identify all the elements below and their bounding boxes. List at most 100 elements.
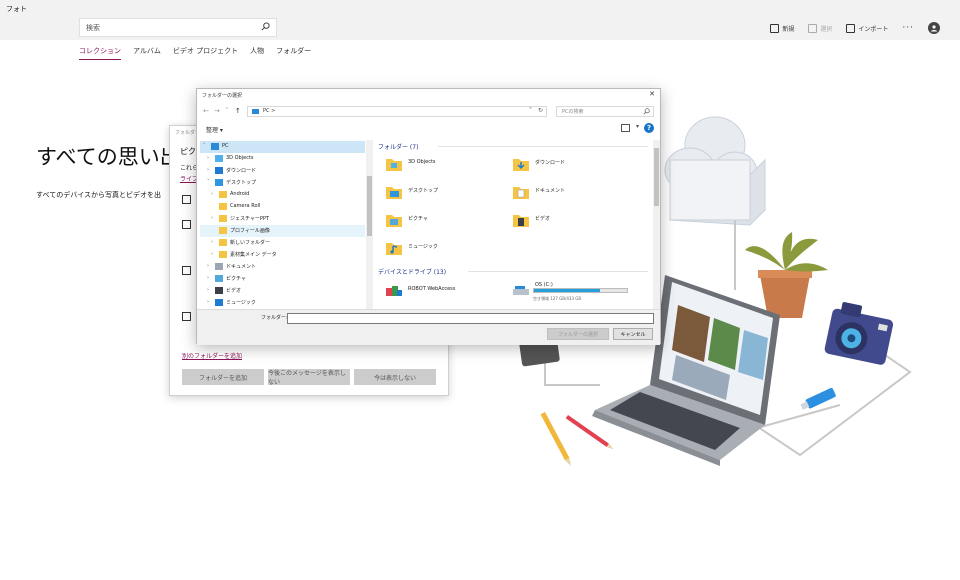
more-options-button[interactable]: ···	[902, 23, 914, 33]
navigation-scrollbar[interactable]	[366, 140, 373, 309]
nav-item-new-folder[interactable]: › 新しいフォルダー	[200, 237, 365, 249]
view-options-icon[interactable]	[621, 124, 630, 132]
expand-icon[interactable]: ›	[211, 191, 213, 197]
expand-icon[interactable]: ›	[207, 299, 209, 305]
address-bar[interactable]: PC > ˅ ↻	[247, 106, 547, 117]
scrollbar-thumb[interactable]	[367, 176, 372, 236]
content-scrollbar[interactable]	[653, 140, 660, 309]
address-dropdown-icon[interactable]: ˅	[529, 107, 532, 114]
nav-item-camera-roll[interactable]: Camera Roll	[200, 201, 365, 213]
nav-item-videos[interactable]: › ビデオ	[200, 285, 365, 297]
nav-item-label: ミュージック	[226, 300, 256, 306]
add-folder-dialog-heading: ピク	[180, 147, 196, 156]
drive-label: ROBOT WebAccess	[408, 286, 456, 292]
nav-item-downloads[interactable]: › ダウンロード	[200, 165, 365, 177]
folder-music[interactable]: ミュージック	[386, 239, 511, 259]
nav-item-label: Android	[230, 191, 250, 197]
collapse-icon[interactable]: ˅	[207, 179, 210, 185]
new-button[interactable]: 新規	[770, 23, 795, 33]
expand-icon[interactable]: ›	[207, 167, 209, 173]
scrollbar-thumb[interactable]	[654, 148, 659, 206]
search-input[interactable]: 検索	[79, 18, 277, 37]
folder-checkbox[interactable]	[182, 312, 191, 321]
folder-label: ダウンロード	[535, 160, 566, 166]
recent-chevron-icon[interactable]: ˅	[225, 107, 229, 115]
expand-icon[interactable]: ›	[211, 251, 213, 257]
folder-3d-objects[interactable]: 3D Objects	[386, 155, 511, 175]
folder-label: ミュージック	[408, 244, 438, 250]
select-button[interactable]: 選択	[808, 23, 832, 33]
add-folder-button[interactable]: フォルダーを追加	[182, 369, 264, 385]
group-divider	[438, 146, 648, 147]
expand-icon[interactable]: ›	[211, 215, 213, 221]
organize-button[interactable]: 整理 ▾	[206, 125, 223, 134]
folder-icon	[513, 187, 529, 199]
tab-people[interactable]: 人物	[250, 46, 264, 60]
folder-documents[interactable]: ドキュメント	[513, 183, 638, 203]
document-icon	[215, 263, 223, 270]
folder-name-input[interactable]	[287, 313, 654, 324]
nav-item-pc[interactable]: ˅ PC	[200, 141, 365, 153]
nav-item-gesture-ppt[interactable]: › ジェスチャーPPT	[200, 213, 365, 225]
expand-icon[interactable]: ›	[207, 287, 209, 293]
folder-icon	[386, 243, 402, 255]
page-subtitle: すべてのデバイスから写真とビデオを出	[36, 191, 162, 199]
nav-item-pictures[interactable]: › ピクチャ	[200, 273, 365, 285]
expand-icon[interactable]: ›	[207, 275, 209, 281]
tab-video-projects[interactable]: ビデオ プロジェクト	[173, 46, 238, 60]
back-arrow-icon[interactable]: ←	[203, 107, 209, 115]
nav-item-profile-images[interactable]: プロフィール画像	[200, 225, 365, 237]
select-folder-button[interactable]: フォルダーの選択	[547, 328, 609, 340]
account-avatar[interactable]	[928, 22, 940, 34]
folder-icon	[219, 191, 227, 198]
page-title: すべての思い出	[36, 145, 176, 169]
content-pane: フォルダー (7) 3D Objects ダウンロード デスクトップ ドキュメン…	[378, 140, 653, 309]
folder-label: デスクトップ	[408, 188, 439, 194]
folder-picker-footer: フォルダー: フォルダーの選択 キャンセル	[197, 309, 660, 345]
folder-checkbox[interactable]	[182, 220, 191, 229]
drives-group-header[interactable]: デバイスとドライブ (13)	[378, 267, 446, 276]
up-arrow-icon[interactable]: ↑	[235, 107, 241, 115]
expand-icon[interactable]: ›	[207, 263, 209, 269]
folder-picker-title: フォルダーの選択	[202, 93, 243, 99]
expand-icon[interactable]: ›	[207, 155, 209, 161]
folder-downloads[interactable]: ダウンロード	[513, 155, 638, 175]
nav-item-documents[interactable]: › ドキュメント	[200, 261, 365, 273]
folder-pictures[interactable]: ピクチャ	[386, 211, 511, 231]
nav-item-3d-objects[interactable]: › 3D Objects	[200, 153, 365, 165]
import-button[interactable]: インポート	[846, 23, 888, 33]
folder-videos[interactable]: ビデオ	[513, 211, 638, 231]
collapse-icon[interactable]: ˅	[203, 143, 206, 149]
tab-folders[interactable]: フォルダー	[276, 46, 311, 60]
forward-arrow-icon[interactable]: →	[214, 107, 220, 115]
tab-collection[interactable]: コレクション	[79, 46, 121, 60]
close-icon[interactable]: ✕	[649, 90, 655, 98]
photos-app-window: フォト 検索 新規 選択 インポート ··· コレクション アルバム ビデオ プ…	[0, 0, 960, 580]
dont-show-again-button[interactable]: 今後このメッセージを表示しない	[268, 369, 350, 386]
expand-icon[interactable]: ›	[211, 239, 213, 245]
folder-icon	[219, 215, 227, 222]
folder-picker-titlebar: フォルダーの選択 ✕	[197, 89, 660, 102]
nav-item-desktop[interactable]: ˅ デスクトップ	[200, 177, 365, 189]
pc-icon	[252, 109, 259, 114]
folder-checkbox[interactable]	[182, 266, 191, 275]
view-options-chevron-icon[interactable]: ▾	[636, 123, 639, 130]
folder-desktop[interactable]: デスクトップ	[386, 183, 511, 203]
folders-group-header[interactable]: フォルダー (7)	[378, 142, 418, 151]
new-button-label: 新規	[782, 25, 795, 33]
new-icon	[770, 23, 780, 33]
cancel-button[interactable]: キャンセル	[613, 328, 653, 340]
help-icon[interactable]: ?	[644, 123, 654, 133]
search-pc-input[interactable]: PCの検索	[556, 106, 654, 117]
tab-albums[interactable]: アルバム	[133, 46, 161, 60]
not-now-button[interactable]: 今は表示しない	[354, 369, 436, 385]
nav-item-music[interactable]: › ミュージック	[200, 297, 365, 309]
nav-item-android[interactable]: › Android	[200, 189, 365, 201]
refresh-icon[interactable]: ↻	[538, 107, 543, 114]
drive-robot-webaccess[interactable]: ROBOT WebAccess	[386, 282, 511, 302]
add-another-folder-link[interactable]: 別のフォルダーを追加	[182, 351, 242, 360]
search-icon[interactable]	[261, 22, 270, 31]
nav-item-assets[interactable]: › 素材集メイン データ	[200, 249, 365, 261]
folder-checkbox[interactable]	[182, 195, 191, 204]
nav-item-label: 素材集メイン データ	[230, 252, 277, 258]
